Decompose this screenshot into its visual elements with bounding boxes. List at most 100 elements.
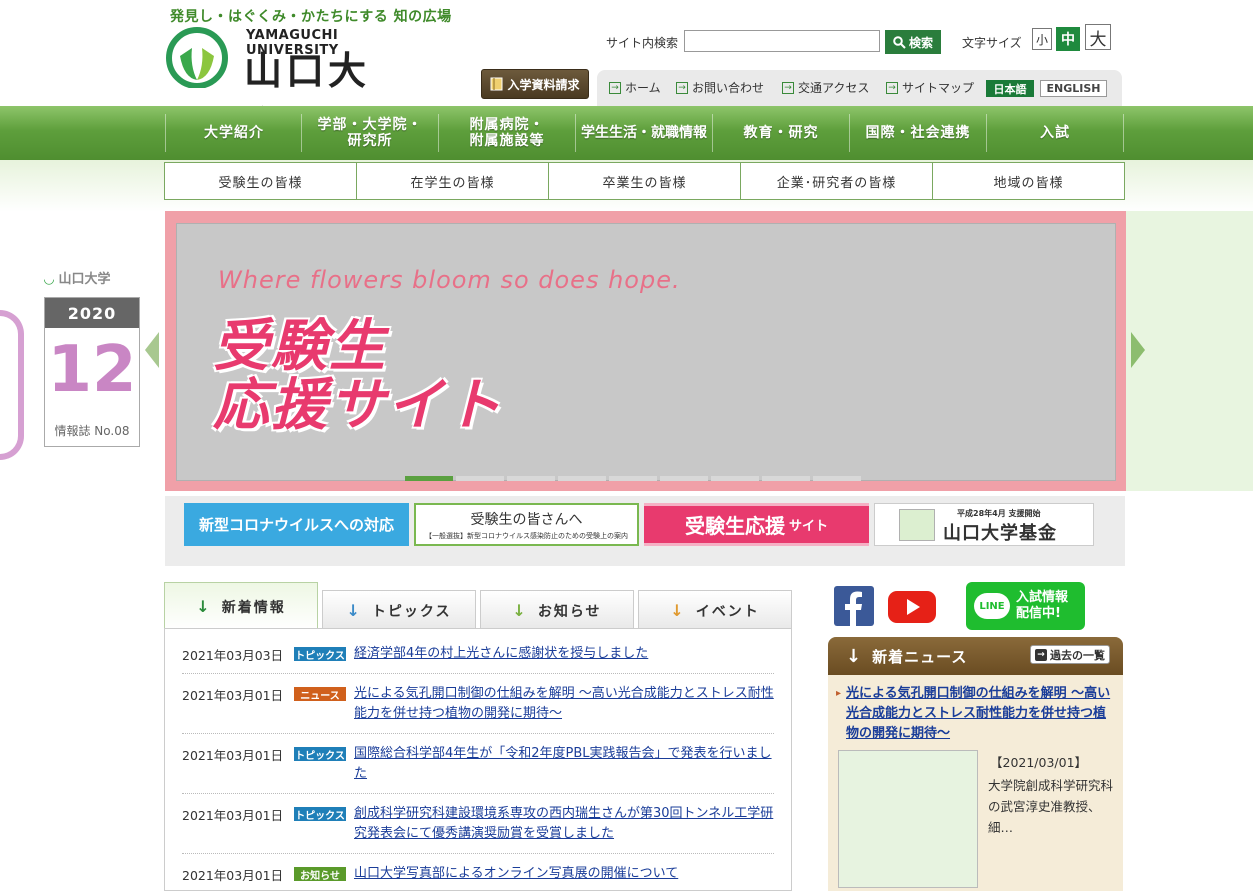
nav-item-faculties[interactable]: 学部・大学院・ 研究所: [302, 106, 438, 160]
audience-companies[interactable]: 企業･研究者の皆様: [741, 163, 933, 199]
arrow-down-icon: ↓: [670, 601, 686, 620]
banner-support-sub: サイト: [788, 519, 828, 534]
nav-item-label: 附属施設等: [469, 133, 545, 149]
book-icon: [490, 77, 503, 91]
nav-item-label: 研究所: [347, 133, 393, 149]
past-list-label: 過去の一覧: [1050, 648, 1105, 662]
slide-indicator[interactable]: [507, 476, 555, 481]
nav-item-education[interactable]: 教育・研究: [713, 106, 849, 160]
banner-exam-support[interactable]: 受験生応援 サイト: [644, 503, 869, 546]
latest-news-title-text: 新着ニュース: [872, 648, 968, 666]
slide-indicator[interactable]: [711, 476, 759, 481]
news-link[interactable]: 経済学部4年の村上光さんに感謝状を授与しました: [354, 644, 648, 664]
featured-news-link[interactable]: 光による気孔開口制御の仕組みを解明 ～高い光合成能力とストレス耐性能力を併せ持つ…: [836, 684, 1114, 744]
font-size-large-button[interactable]: 大: [1085, 24, 1111, 50]
fund-start-note: 平成28年4月 支援開始: [957, 509, 1041, 518]
tab-notices[interactable]: ↓ お知らせ: [480, 590, 634, 630]
next-slide-preview: [1126, 211, 1253, 491]
featured-news-summary: 大学院創成科学研究科の武宮淳史准教授、細…: [988, 778, 1114, 835]
line-banner-text2: 配信中!: [1016, 606, 1061, 621]
slide-indicator[interactable]: [609, 476, 657, 481]
arrow-down-icon: ↓: [346, 601, 362, 620]
tab-latest[interactable]: ↓ 新着情報: [164, 582, 318, 630]
news-date: 2021年03月01日: [182, 808, 284, 823]
util-link-sitemap[interactable]: → サイトマップ: [886, 79, 974, 96]
featured-news-date: 【2021/03/01】: [990, 755, 1088, 770]
nav-item-label: 教育・研究: [743, 124, 819, 141]
news-link[interactable]: 創成科学研究科建設環境系専攻の西内瑞生さんが第30回トンネル工学研究発表会にて優…: [354, 804, 774, 844]
line-banner-text: 入試情報 配信中!: [1016, 590, 1068, 622]
site-tagline: 発見し・はぐくみ・かたちにする 知の広場: [170, 9, 452, 25]
nav-item-label: 入試: [1040, 124, 1070, 141]
news-date: 2021年03月01日: [182, 868, 284, 883]
audience-alumni[interactable]: 卒業生の皆様: [549, 163, 741, 199]
banner-exam-title: 受験生の皆さんへ: [470, 511, 583, 528]
line-icon: LINE: [974, 593, 1010, 619]
fund-title: 山口大学基金: [943, 523, 1057, 544]
admission-request-label: 入学資料請求: [507, 77, 580, 92]
search-label: サイト内検索: [606, 36, 679, 50]
nav-item-student-life[interactable]: 学生生活・就職情報: [576, 106, 712, 160]
tab-topics[interactable]: ↓ トピックス: [322, 590, 476, 630]
lang-japanese-button[interactable]: 日本語: [986, 80, 1034, 97]
news-link[interactable]: 山口大学写真部によるオンライン写真展の開催について: [354, 864, 678, 884]
nav-item-about[interactable]: 大学紹介: [166, 106, 302, 160]
util-link-label: 交通アクセス: [798, 81, 870, 95]
featured-news-diagram-image: [838, 750, 978, 888]
banner-university-fund[interactable]: 平成28年4月 支援開始 山口大学基金: [874, 503, 1094, 546]
news-item: 2021年03月01日 お知らせ 山口大学写真部によるオンライン写真展の開催につ…: [182, 864, 774, 891]
audience-current-students[interactable]: 在学生の皆様: [357, 163, 549, 199]
slide-indicator[interactable]: [660, 476, 708, 481]
slide-indicator[interactable]: [405, 476, 453, 481]
news-category-badge: トピックス: [294, 807, 346, 822]
university-logo[interactable]: YAMAGUCHI UNIVERSITY 山口大学: [166, 26, 406, 148]
news-link[interactable]: 国際総合科学部4年生が「令和2年度PBL実践報告会」で発表を行いました: [354, 744, 774, 784]
news-date: 2021年03月01日: [182, 748, 284, 763]
banner-covid[interactable]: 新型コロナウイルスへの対応: [184, 503, 409, 546]
arrow-down-icon: ↓: [846, 646, 863, 667]
news-item: 2021年03月01日 ニュース 光による気孔開口制御の仕組みを解明 ～高い光合…: [182, 684, 774, 734]
search-button[interactable]: 検索: [885, 30, 941, 54]
nav-item-label: 学部・大学院・: [317, 116, 423, 133]
arrow-down-icon: ↓: [512, 601, 528, 620]
tab-events[interactable]: ↓ イベント: [638, 590, 792, 630]
news-link[interactable]: 光による気孔開口制御の仕組みを解明 ～高い光合成能力とストレス耐性能力を併せ持つ…: [354, 684, 774, 724]
search-input[interactable]: [684, 30, 880, 52]
slide-indicator[interactable]: [558, 476, 606, 481]
slide-indicator[interactable]: [456, 476, 504, 481]
line-banner[interactable]: LINE 入試情報 配信中!: [966, 582, 1085, 630]
util-link-contact[interactable]: → お問い合わせ: [676, 79, 764, 96]
magazine-issue: 情報誌 No.08: [54, 424, 130, 438]
youtube-icon[interactable]: [886, 586, 938, 626]
past-list-button[interactable]: → 過去の一覧: [1030, 645, 1110, 664]
hero-title-line2: 応援サイト: [213, 372, 503, 438]
prev-slide-arrow-icon[interactable]: [145, 332, 159, 368]
nav-item-label: 国際・社会連携: [865, 124, 971, 141]
news-item: 2021年03月01日 トピックス 国際総合科学部4年生が「令和2年度PBL実践…: [182, 744, 774, 794]
util-link-access[interactable]: → 交通アクセス: [782, 79, 869, 96]
magazine-logo-text: 山口大学: [58, 272, 111, 287]
banner-exam-info[interactable]: 受験生の皆さんへ 【一般選抜】新型コロナウイルス感染防止のための受験上の案内: [414, 503, 639, 546]
nav-item-international[interactable]: 国際・社会連携: [850, 106, 986, 160]
lang-english-button[interactable]: ENGLISH: [1040, 80, 1107, 97]
banner-exam-subtitle: 【一般選抜】新型コロナウイルス感染防止のための受験上の案内: [425, 531, 628, 540]
arrow-down-icon: ↓: [196, 597, 212, 616]
slide-indicator[interactable]: [762, 476, 810, 481]
facebook-icon[interactable]: [834, 586, 874, 626]
util-link-home[interactable]: → ホーム: [609, 79, 661, 96]
slide-indicator[interactable]: [813, 476, 861, 481]
next-slide-arrow-icon[interactable]: [1131, 332, 1145, 368]
decorative-ribbon: [0, 310, 24, 460]
audience-community[interactable]: 地域の皆様: [933, 163, 1124, 199]
nav-item-hospital[interactable]: 附属病院・ 附属施設等: [439, 106, 575, 160]
font-size-medium-button[interactable]: 中: [1056, 27, 1080, 51]
audience-prospective-students[interactable]: 受験生の皆様: [165, 163, 357, 199]
admission-request-button[interactable]: 入学資料請求: [481, 69, 589, 99]
nav-item-admissions[interactable]: 入試: [987, 106, 1123, 160]
magazine-month: 12: [47, 333, 137, 407]
nav-separator: [1123, 114, 1124, 152]
font-size-small-button[interactable]: 小: [1032, 28, 1052, 50]
magazine-card[interactable]: 2020 12 情報誌 No.08: [44, 297, 140, 447]
news-category-badge: ニュース: [294, 687, 346, 702]
news-item: 2021年03月03日 トピックス 経済学部4年の村上光さんに感謝状を授与しまし…: [182, 644, 774, 674]
